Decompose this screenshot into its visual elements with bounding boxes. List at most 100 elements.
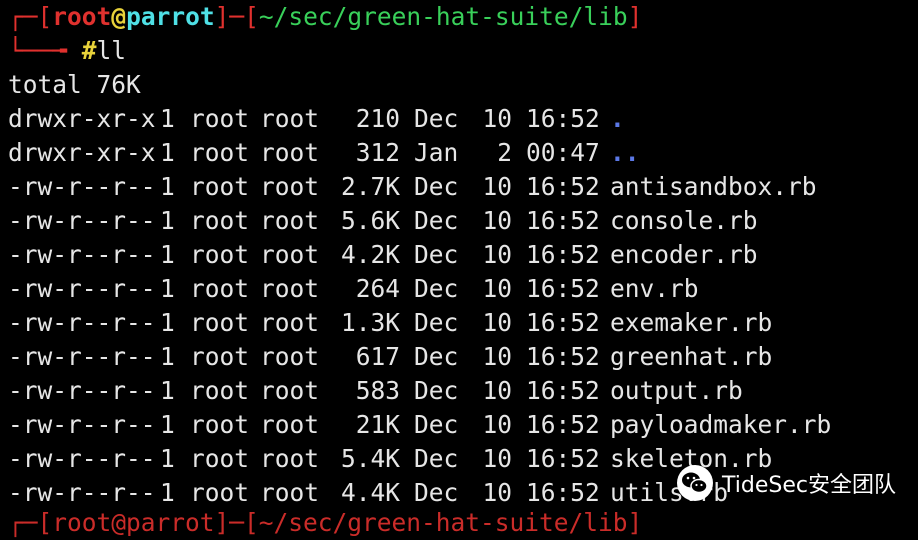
file-time: 16:52 [526, 104, 600, 133]
file-permissions: -rw-r--r-- [8, 376, 156, 405]
file-day: 10 [482, 444, 512, 473]
file-group: root [260, 172, 320, 201]
file-size: 4.4K [340, 478, 400, 507]
prompt-header: ┌─[root@parrot]─[~/sec/green-hat-suite/l… [8, 0, 918, 34]
listing-row: drwxr-xr-x 1 root root 312 Jan 2 00:47.. [8, 136, 918, 170]
link-count: 1 [160, 342, 175, 371]
prompt-path-open: [ [244, 2, 259, 31]
file-group: root [260, 308, 320, 337]
watermark: TideSec安全团队 [676, 464, 896, 502]
file-day: 10 [482, 342, 512, 371]
file-owner: root [190, 376, 250, 405]
file-size: 583 [355, 376, 400, 405]
file-name: output.rb [610, 376, 743, 405]
file-month: Dec [414, 478, 459, 507]
file-permissions: -rw-r--r-- [8, 308, 156, 337]
file-permissions: drwxr-xr-x [8, 104, 156, 133]
file-owner: root [190, 138, 250, 167]
file-owner: root [190, 172, 250, 201]
total-line: total 76K [8, 70, 141, 99]
listing-row: -rw-r--r-- 1 root root 5.6K Dec 10 16:52 console… [8, 204, 918, 238]
file-permissions: -rw-r--r-- [8, 172, 156, 201]
link-count: 1 [160, 104, 175, 133]
listing-row: -rw-r--r-- 1 root root 2.7K Dec 10 16:52 antisan… [8, 170, 918, 204]
file-month: Dec [414, 410, 459, 439]
file-size: 210 [355, 104, 400, 133]
file-group: root [260, 342, 320, 371]
prompt-at: @ [111, 2, 127, 31]
listing-row: -rw-r--r-- 1 root root 21K Dec 10 16:52 payloadm… [8, 408, 918, 442]
link-count: 1 [160, 138, 175, 167]
file-day: 10 [482, 172, 512, 201]
file-month: Dec [414, 172, 459, 201]
prompt-bracket-open: [ [37, 2, 53, 31]
file-month: Dec [414, 342, 459, 371]
file-time: 16:52 [526, 478, 600, 507]
file-owner: root [190, 478, 250, 507]
file-time: 16:52 [526, 206, 600, 235]
terminal-window[interactable]: ┌─[root@parrot]─[~/sec/green-hat-suite/l… [8, 0, 918, 510]
file-permissions: -rw-r--r-- [8, 274, 156, 303]
file-name: greenhat.rb [610, 342, 773, 371]
file-name: antisandbox.rb [610, 172, 817, 201]
file-month: Jan [414, 138, 459, 167]
file-group: root [260, 478, 320, 507]
file-month: Dec [414, 308, 459, 337]
file-month: Dec [414, 104, 459, 133]
file-name: . [610, 104, 625, 133]
file-permissions: -rw-r--r-- [8, 444, 156, 473]
file-time: 16:52 [526, 376, 600, 405]
file-size: 5.4K [340, 444, 400, 473]
link-count: 1 [160, 478, 175, 507]
file-time: 16:52 [526, 410, 600, 439]
file-size: 2.7K [340, 172, 400, 201]
file-name: payloadmaker.rb [610, 410, 832, 439]
file-size: 1.3K [340, 308, 400, 337]
next-prompt-partial: ┌─[root@parrot]─[~/sec/green-hat-suite/l… [8, 508, 643, 537]
file-group: root [260, 206, 320, 235]
listing-row: -rw-r--r-- 1 root root 1.3K Dec 10 16:52 exemake… [8, 306, 918, 340]
file-day: 10 [482, 478, 512, 507]
link-count: 1 [160, 274, 175, 303]
file-day: 10 [482, 206, 512, 235]
file-group: root [260, 240, 320, 269]
file-day: 10 [482, 308, 512, 337]
file-owner: root [190, 444, 250, 473]
prompt-path-close: ] [627, 2, 643, 31]
link-count: 1 [160, 172, 175, 201]
file-permissions: -rw-r--r-- [8, 206, 156, 235]
file-time: 16:52 [526, 172, 600, 201]
command-text: ll [96, 36, 127, 65]
file-permissions: -rw-r--r-- [8, 478, 156, 507]
file-group: root [260, 376, 320, 405]
link-count: 1 [160, 376, 175, 405]
file-size: 5.6K [340, 206, 400, 235]
file-owner: root [190, 410, 250, 439]
file-day: 10 [482, 410, 512, 439]
file-name: encoder.rb [610, 240, 758, 269]
prompt-dash: ─ [229, 2, 245, 31]
file-size: 264 [355, 274, 400, 303]
wechat-icon [677, 465, 713, 501]
file-owner: root [190, 104, 250, 133]
file-size: 4.2K [340, 240, 400, 269]
file-permissions: -rw-r--r-- [8, 410, 156, 439]
watermark-text: TideSec安全团队 [722, 473, 896, 498]
prompt-path: ~/sec/green-hat-suite/lib [258, 2, 628, 31]
file-name: exemaker.rb [610, 308, 773, 337]
file-group: root [260, 104, 320, 133]
listing-row: drwxr-xr-x 1 root root 210 Dec 10 16:52. [8, 102, 918, 136]
file-permissions: -rw-r--r-- [8, 342, 156, 371]
listing-row: -rw-r--r-- 1 root root 4.2K Dec 10 16:52 encoder… [8, 238, 918, 272]
link-count: 1 [160, 444, 175, 473]
file-name: console.rb [610, 206, 758, 235]
file-group: root [260, 410, 320, 439]
file-group: root [260, 274, 320, 303]
file-owner: root [190, 240, 250, 269]
file-permissions: -rw-r--r-- [8, 240, 156, 269]
file-day: 2 [497, 138, 512, 167]
file-owner: root [190, 206, 250, 235]
link-count: 1 [160, 410, 175, 439]
file-name: env.rb [610, 274, 699, 303]
file-group: root [260, 444, 320, 473]
